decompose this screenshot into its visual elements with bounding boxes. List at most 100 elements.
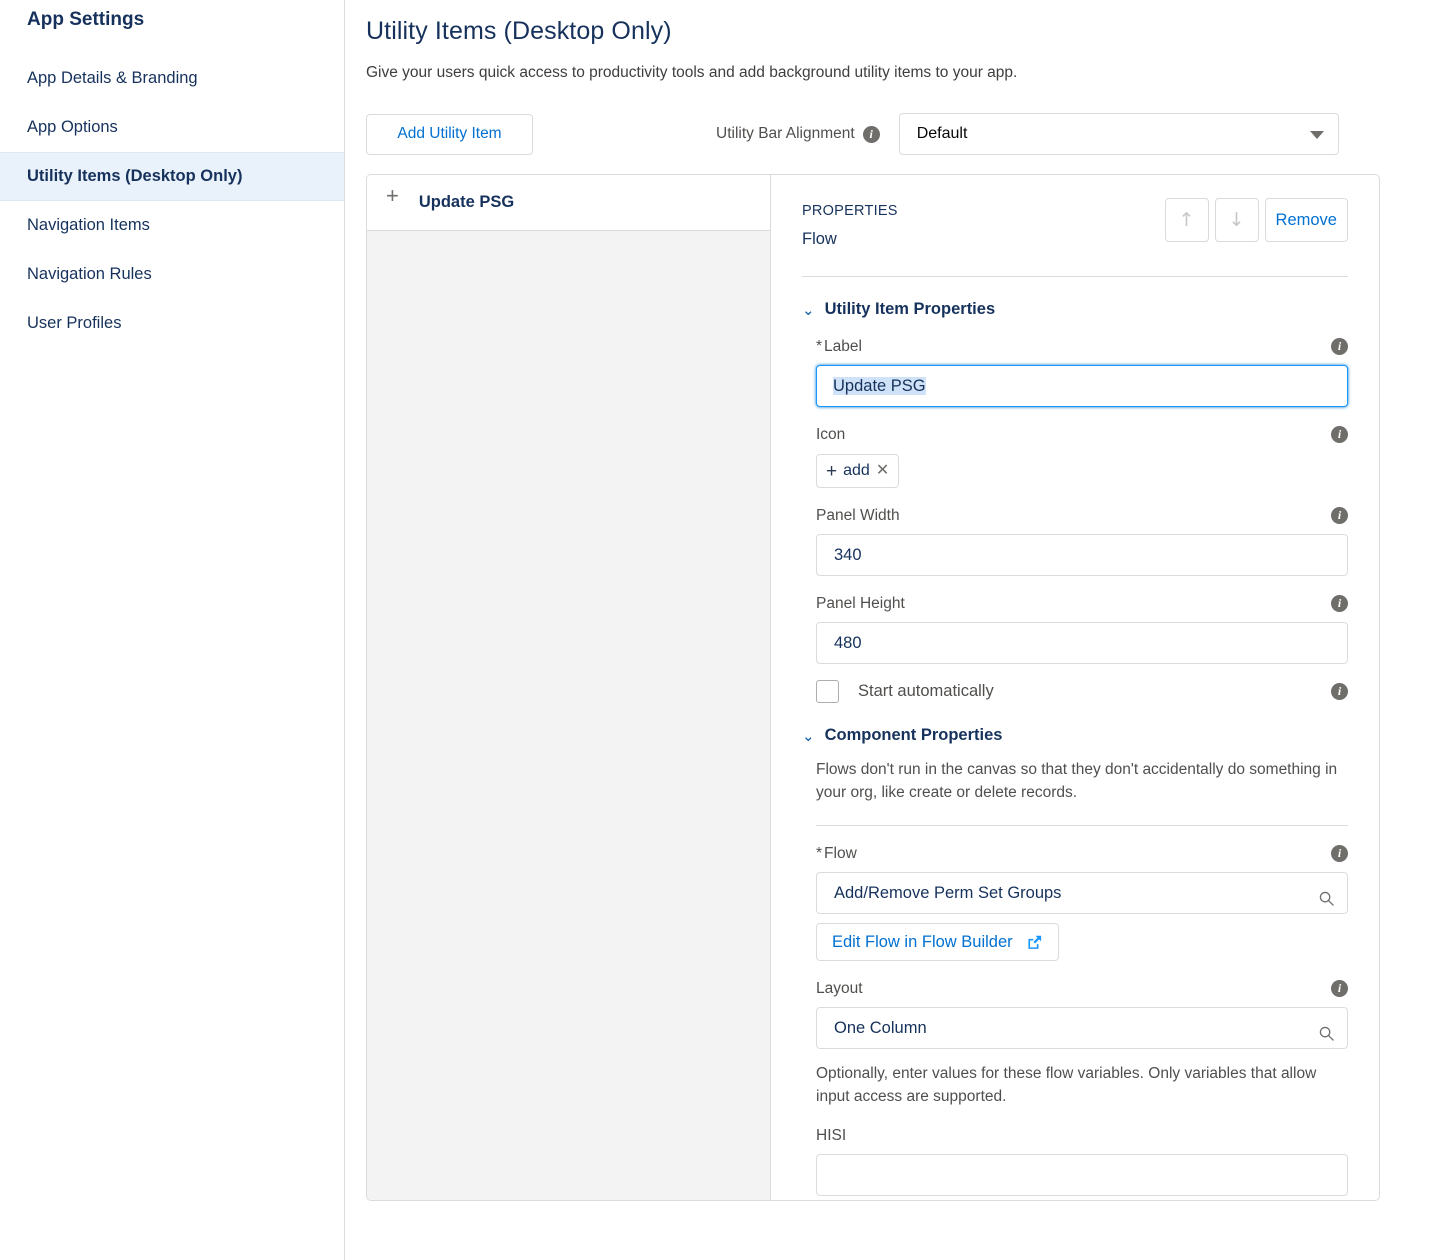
info-icon[interactable]: i: [1331, 507, 1348, 524]
panel-width-field-group: Panel Width i 340: [816, 505, 1348, 576]
component-properties-divider: [816, 825, 1348, 826]
info-icon[interactable]: i: [1331, 980, 1348, 997]
list-item-label: Update PSG: [418, 193, 515, 211]
sidebar-item-user-profiles[interactable]: User Profiles: [0, 299, 344, 348]
layout-input[interactable]: One Column: [816, 1007, 1348, 1049]
remove-button[interactable]: Remove: [1264, 198, 1348, 242]
add-utility-item-button[interactable]: Add Utility Item: [366, 113, 533, 155]
layout-field-group: Layout i One Column: [816, 978, 1348, 1049]
flow-field-label: * Flow: [816, 843, 1323, 864]
sidebar-item-navigation-items[interactable]: Navigation Items: [0, 201, 344, 250]
utility-bar-alignment-select-wrap: Default: [898, 113, 1339, 155]
flow-input-wrap: Add/Remove Perm Set Groups: [816, 872, 1348, 914]
sidebar-item-label: App Options: [27, 118, 118, 136]
move-up-button[interactable]: ↑: [1164, 198, 1209, 242]
panel-height-field-group: Panel Height i 480: [816, 593, 1348, 664]
list-item[interactable]: + Update PSG: [367, 175, 770, 231]
move-down-button[interactable]: ↓: [1214, 198, 1259, 242]
utility-items-list-body: [367, 231, 770, 1200]
utility-bar-alignment-label: Utility Bar Alignment: [716, 125, 855, 142]
start-automatically-checkbox[interactable]: [816, 680, 839, 703]
sidebar-item-navigation-rules[interactable]: Navigation Rules: [0, 250, 344, 299]
label-field-label-row: * Label i: [816, 336, 1348, 357]
properties-actions: ↑ ↓ Remove: [1164, 198, 1348, 242]
edit-flow-in-flow-builder-button[interactable]: Edit Flow in Flow Builder: [816, 923, 1059, 961]
properties-header: PROPERTIES Flow ↑ ↓ Remove: [802, 198, 1348, 250]
label-text: Label: [824, 338, 862, 355]
panel-width-input[interactable]: 340: [816, 534, 1348, 576]
plus-icon: +: [826, 460, 838, 482]
sidebar-item-label: Navigation Items: [27, 216, 150, 234]
properties-divider: [802, 276, 1348, 277]
settings-sidebar: App Settings App Details & Branding App …: [0, 0, 345, 1260]
edit-flow-label: Edit Flow in Flow Builder: [832, 932, 1013, 951]
info-icon[interactable]: i: [1331, 845, 1348, 862]
utility-toolbar: Add Utility Item Utility Bar Alignment i…: [366, 113, 1380, 155]
sidebar-title: App Settings: [27, 9, 145, 30]
plus-icon: +: [386, 182, 399, 208]
sidebar-item-label: User Profiles: [27, 314, 122, 332]
section-title: Utility Item Properties: [824, 300, 996, 318]
utility-item-properties-section-header[interactable]: ⌄ Utility Item Properties: [802, 300, 1348, 319]
info-icon[interactable]: i: [1331, 426, 1348, 443]
label-field-group: * Label i Update PSG: [816, 336, 1348, 407]
chevron-down-icon: ⌄: [802, 300, 815, 319]
page-subtitle: Give your users quick access to producti…: [366, 64, 1018, 81]
component-properties-section-header[interactable]: ⌄ Component Properties: [802, 726, 1348, 745]
main-content: Utility Items (Desktop Only) Give your u…: [345, 0, 1436, 1260]
layout-label-row: Layout i: [816, 978, 1348, 999]
info-icon[interactable]: i: [1331, 683, 1348, 700]
flow-label-row: * Flow i: [816, 843, 1348, 864]
label-input[interactable]: Update PSG: [816, 365, 1348, 407]
icon-pill-label: add: [843, 462, 870, 479]
hisi-field-label: HISI: [816, 1127, 847, 1144]
flow-variables-helper: Optionally, enter values for these flow …: [816, 1065, 1317, 1105]
icon-field-label-row: Icon i: [816, 424, 1348, 445]
panel-height-label: Panel Height: [816, 595, 905, 612]
panel-width-label: Panel Width: [816, 507, 900, 524]
layout-input-wrap: One Column: [816, 1007, 1348, 1049]
sidebar-item-label: Navigation Rules: [27, 265, 152, 283]
panel-width-label-row: Panel Width i: [816, 505, 1348, 526]
flow-input[interactable]: Add/Remove Perm Set Groups: [816, 872, 1348, 914]
info-icon[interactable]: i: [1331, 338, 1348, 355]
component-properties-helper: Flows don't run in the canvas so that th…: [816, 761, 1338, 801]
page-title: Utility Items (Desktop Only): [366, 17, 672, 45]
utility-items-card: + Update PSG PROPERTIES Flow ↑ ↓ Remove: [366, 174, 1380, 1201]
info-icon[interactable]: i: [1331, 595, 1348, 612]
section-title: Component Properties: [824, 726, 1003, 744]
sidebar-item-utility-items[interactable]: Utility Items (Desktop Only): [0, 152, 344, 201]
utility-items-list-panel: + Update PSG: [367, 175, 771, 1200]
label-input-value: Update PSG: [833, 377, 926, 395]
layout-field-label: Layout: [816, 980, 863, 997]
label-field-label: * Label: [816, 336, 1323, 357]
label-text: Flow: [824, 845, 857, 862]
icon-field-label: Icon: [816, 426, 846, 443]
properties-component-type: Flow: [802, 230, 837, 248]
hisi-input[interactable]: [816, 1154, 1348, 1196]
info-icon[interactable]: i: [862, 125, 880, 143]
chevron-down-icon: ⌄: [802, 726, 815, 745]
sidebar-item-app-options[interactable]: App Options: [0, 103, 344, 152]
properties-kicker: PROPERTIES: [802, 203, 898, 219]
start-automatically-row: Start automatically i: [816, 680, 1348, 703]
utility-item-properties-form: * Label i Update PSG Icon i + add ✕ Pane…: [802, 336, 1348, 703]
panel-height-input[interactable]: 480: [816, 622, 1348, 664]
properties-panel: PROPERTIES Flow ↑ ↓ Remove ⌄ Utility Ite…: [771, 175, 1379, 1200]
hisi-field-group: HISI: [816, 1125, 1348, 1196]
external-link-icon: [1028, 935, 1041, 949]
icon-field-group: Icon i + add ✕: [816, 424, 1348, 488]
utility-bar-alignment-select[interactable]: Default: [898, 113, 1339, 155]
required-marker: *: [816, 845, 823, 862]
close-icon[interactable]: ✕: [876, 463, 889, 479]
sidebar-item-label: App Details & Branding: [27, 69, 198, 87]
component-properties-form: Flows don't run in the canvas so that th…: [802, 759, 1348, 1196]
hisi-label-row: HISI: [816, 1125, 1348, 1146]
sidebar-nav-list: App Details & Branding App Options Utili…: [0, 54, 344, 348]
sidebar-item-label: Utility Items (Desktop Only): [27, 167, 243, 185]
app-settings-page: App Settings App Details & Branding App …: [0, 0, 1436, 1260]
sidebar-item-app-details-branding[interactable]: App Details & Branding: [0, 54, 344, 103]
icon-picker-pill[interactable]: + add ✕: [816, 454, 900, 488]
start-automatically-label: Start automatically: [858, 682, 994, 700]
required-marker: *: [816, 338, 823, 355]
